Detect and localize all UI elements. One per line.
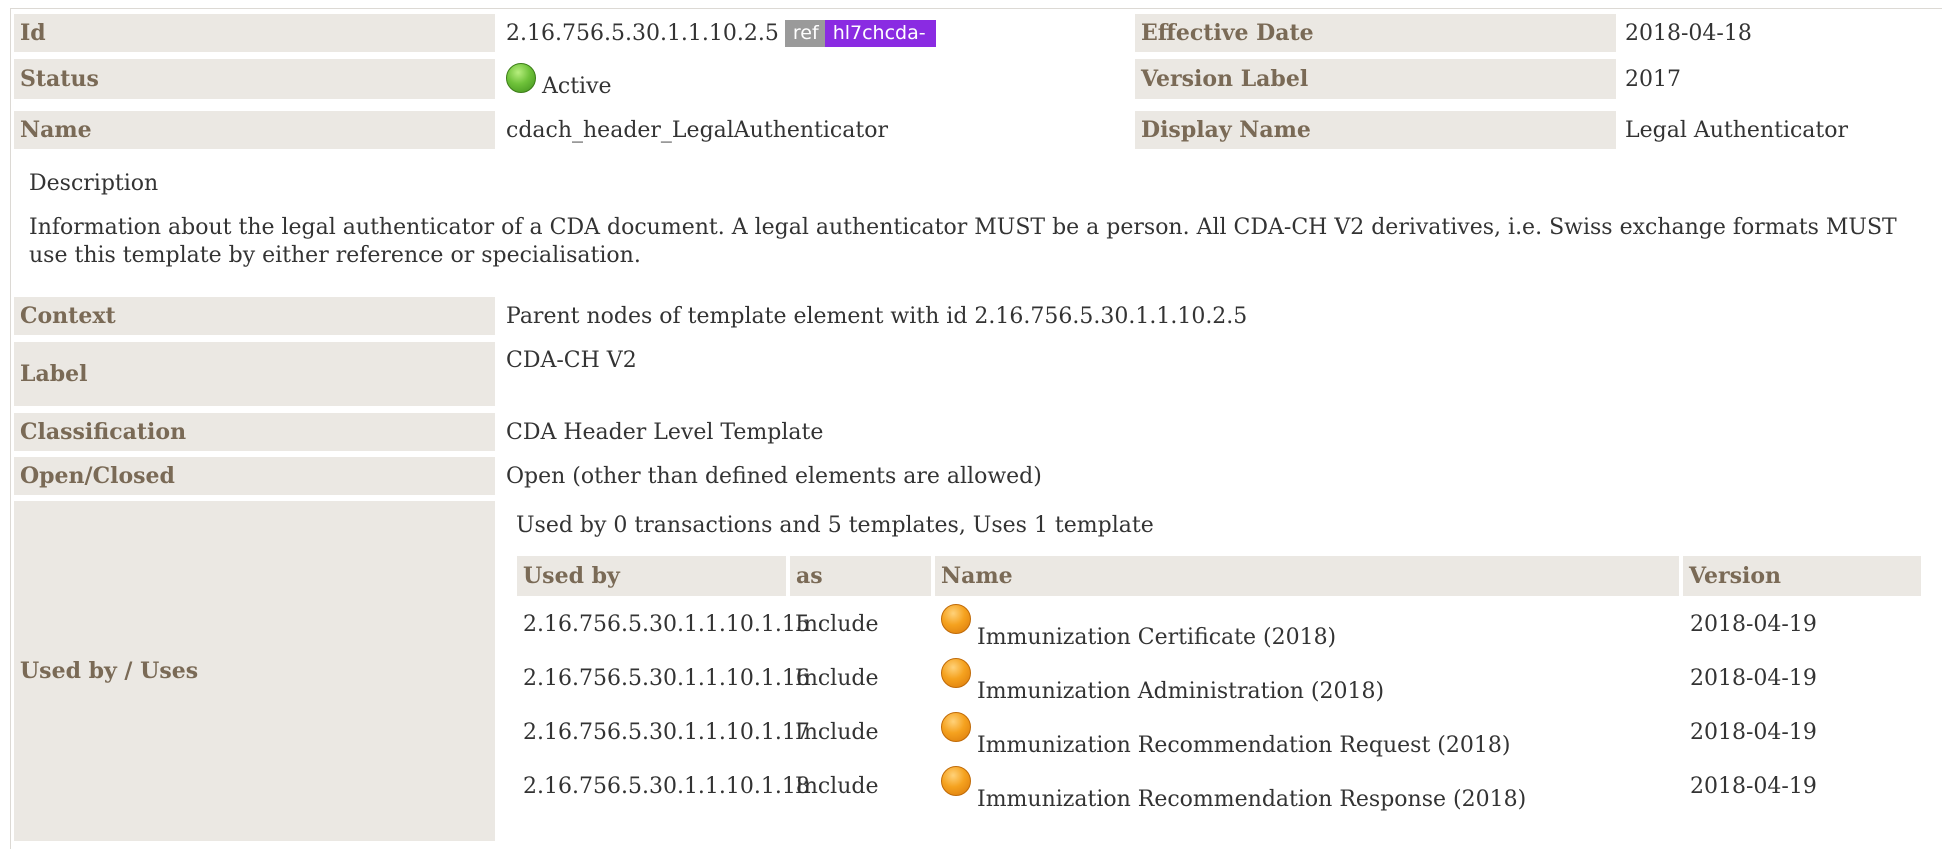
usage-type: Include: [795, 612, 879, 637]
ref-badge[interactable]: ref: [784, 19, 825, 47]
context-label: Context: [14, 297, 495, 335]
status-draft-icon: [941, 766, 971, 796]
context-value: Parent nodes of template element with id…: [506, 303, 1248, 329]
template-name-cell[interactable]: Immunization Recommendation Request (201…: [941, 712, 1510, 758]
status-label: Status: [14, 59, 495, 99]
effective-date-value: 2018-04-18: [1625, 20, 1752, 46]
display-name-label: Display Name: [1135, 111, 1616, 149]
template-name[interactable]: Immunization Certificate (2018): [977, 625, 1336, 650]
column-header-as: as: [790, 556, 931, 596]
label-label: Label: [14, 342, 495, 406]
status-draft-icon: [941, 712, 971, 742]
name-value: cdach_header_LegalAuthenticator: [506, 117, 888, 143]
template-name[interactable]: Immunization Recommendation Request (201…: [977, 733, 1510, 758]
classification-value: CDA Header Level Template: [506, 419, 824, 445]
column-header-name: Name: [935, 556, 1679, 596]
status-active-icon: [506, 63, 536, 93]
template-version: 2018-04-19: [1690, 612, 1817, 637]
usage-type: Include: [795, 666, 879, 691]
usage-summary: Used by 0 transactions and 5 templates, …: [516, 513, 1154, 538]
status-draft-icon: [941, 604, 971, 634]
prefix-badge[interactable]: hl7chcda-: [824, 19, 936, 47]
open-closed-label: Open/Closed: [14, 457, 495, 495]
display-name-value: Legal Authenticator: [1625, 117, 1849, 143]
id-label: Id: [14, 14, 495, 52]
id-value: 2.16.756.5.30.1.1.10.2.5: [506, 20, 779, 46]
template-version: 2018-04-19: [1690, 720, 1817, 745]
template-name[interactable]: Immunization Administration (2018): [977, 679, 1384, 704]
column-header-used-by: Used by: [517, 556, 786, 596]
version-label-label: Version Label: [1135, 59, 1616, 99]
label-value: CDA-CH V2: [506, 348, 637, 373]
template-name[interactable]: Immunization Recommendation Response (20…: [977, 787, 1526, 812]
description-heading: Description: [29, 171, 159, 196]
status-value: Active: [542, 73, 612, 99]
name-label: Name: [14, 111, 495, 149]
template-name-cell[interactable]: Immunization Recommendation Response (20…: [941, 766, 1526, 812]
open-closed-value: Open (other than defined elements are al…: [506, 463, 1042, 489]
effective-date-label: Effective Date: [1135, 14, 1616, 52]
classification-label: Classification: [14, 413, 495, 451]
usage-type: Include: [795, 720, 879, 745]
used-by-id[interactable]: 2.16.756.5.30.1.1.10.1.17: [523, 720, 810, 745]
version-label-value: 2017: [1625, 66, 1681, 92]
template-name-cell[interactable]: Immunization Administration (2018): [941, 658, 1384, 704]
used-by-id[interactable]: 2.16.756.5.30.1.1.10.1.15: [523, 612, 810, 637]
description-text: Information about the legal authenticato…: [29, 215, 1897, 268]
template-version: 2018-04-19: [1690, 666, 1817, 691]
id-value-group: 2.16.756.5.30.1.1.10.2.5 ref hl7chcda-: [506, 14, 936, 52]
status-draft-icon: [941, 658, 971, 688]
status-value-group: Active: [506, 59, 612, 105]
used-by-id[interactable]: 2.16.756.5.30.1.1.10.1.16: [523, 666, 810, 691]
used-by-label: Used by / Uses: [14, 501, 495, 841]
template-version: 2018-04-19: [1690, 774, 1817, 799]
template-name-cell[interactable]: Immunization Certificate (2018): [941, 604, 1336, 650]
column-header-version: Version: [1683, 556, 1921, 596]
usage-type: Include: [795, 774, 879, 799]
used-by-id[interactable]: 2.16.756.5.30.1.1.10.1.18: [523, 774, 810, 799]
